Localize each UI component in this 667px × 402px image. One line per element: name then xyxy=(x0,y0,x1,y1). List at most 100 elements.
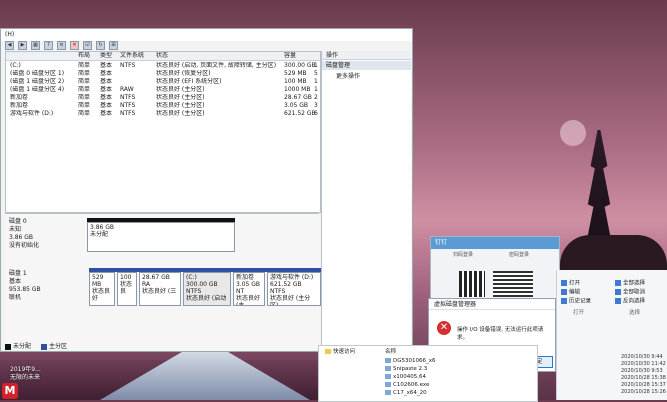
file-date: 2020/10/30 9:44 xyxy=(621,354,663,360)
disk0-info[interactable]: 磁盘 0 未知 3.86 GB 没有初始化 xyxy=(9,218,79,250)
invert-selection-button[interactable]: 反向选择 xyxy=(615,298,645,306)
cell-status: 状态良好 (EFI 系统分区) xyxy=(156,78,222,85)
file-name: C102606.exe xyxy=(393,382,430,388)
cell-capacity: 300.00 GB xyxy=(284,62,316,69)
disk1-partition-raw[interactable]: 28.67 GB RA 状态良好 (三 xyxy=(139,272,181,306)
col-status[interactable]: 状态 xyxy=(156,52,168,60)
list-icon[interactable]: ≡ xyxy=(57,41,66,50)
history-button[interactable]: 历史记录 xyxy=(561,298,591,306)
table-row[interactable]: 游戏与软件 (D:) 简单 基本 NTFS 状态良好 (主分区) 621.52 GB 6 xyxy=(6,110,320,118)
disk1-info[interactable]: 磁盘 1 基本 953.85 GB 联机 xyxy=(9,270,79,302)
cell-status: 状态良好 (主分区) xyxy=(156,86,205,93)
partition-status: 状态良好 xyxy=(92,288,111,302)
open-button[interactable]: 打开 xyxy=(561,280,580,288)
partition-status: 状态良好 (启动 xyxy=(186,295,227,302)
table-row[interactable]: (C:) 简单 基本 NTFS 状态良好 (启动, 页面文件, 故障转储, 主分区) 30… xyxy=(6,62,320,70)
ribbon-section-select: 选择 xyxy=(629,310,641,316)
cell-type: 基本 xyxy=(100,94,113,101)
help-icon[interactable]: ? xyxy=(44,41,53,50)
file-item[interactable]: DG5301066_x6 xyxy=(385,358,436,365)
grid-icon[interactable]: ▦ xyxy=(31,41,40,50)
cell-capacity: 529 MB xyxy=(284,70,307,77)
delete-icon[interactable]: ✕ xyxy=(70,41,79,50)
legend-swatch-blue xyxy=(41,343,48,350)
disk1-partition-recovery[interactable]: 529 MB 状态良好 xyxy=(89,272,115,306)
qr-code xyxy=(459,271,485,297)
table-row[interactable]: (磁盘 1 磁盘分区 2) 简单 基本 状态良好 (EFI 系统分区) 100 MB 1 xyxy=(6,78,320,86)
select-all-icon xyxy=(615,280,621,286)
properties-icon[interactable]: ☑ xyxy=(83,41,92,50)
file-name: Snipaste 2.3 xyxy=(393,366,428,372)
col-capacity[interactable]: 容量 xyxy=(284,52,296,60)
file-item[interactable]: C102606.exe xyxy=(385,382,429,389)
cell-fs: NTFS xyxy=(120,94,136,101)
disk1-partition-c[interactable]: (C:) 300.00 GB NTFS 状态良好 (启动 xyxy=(183,272,231,306)
taskbar-app-icon[interactable]: M xyxy=(2,383,18,399)
disk0-partition[interactable]: 3.86 GB 未分配 xyxy=(87,222,235,252)
cell-extra: 2 xyxy=(314,94,318,101)
disk1-state: 联机 xyxy=(9,294,22,301)
history-icon xyxy=(561,298,567,304)
window-menubar: (H) xyxy=(1,29,412,41)
col-type[interactable]: 类型 xyxy=(100,52,112,60)
cell-type: 基本 xyxy=(100,78,113,85)
actions-section-disk-management[interactable]: 磁盘管理 xyxy=(322,61,411,70)
forward-icon[interactable]: ▶ xyxy=(18,41,27,50)
cell-extra: 3 xyxy=(314,102,318,109)
table-row[interactable]: (磁盘 1 磁盘分区 4) 简单 基本 RAW 状态良好 (主分区) 1000 MB 1 xyxy=(6,86,320,94)
partition-title: 新加卷 xyxy=(236,274,255,281)
col-layout[interactable]: 布局 xyxy=(78,52,90,60)
column-name[interactable]: 名称 xyxy=(385,349,396,356)
file-date: 2020/10/28 15:38 xyxy=(621,375,666,381)
table-row[interactable]: 新加卷 简单 基本 NTFS 状态良好 (主分区) 28.67 GB 2 xyxy=(6,94,320,102)
cell-name: 新加卷 xyxy=(10,94,29,101)
cell-layout: 简单 xyxy=(78,86,91,93)
partition-size: 621.52 GB NTFS xyxy=(270,281,302,295)
file-date: 2020/10/30 11:42 xyxy=(621,361,666,367)
invert-selection-label: 反向选择 xyxy=(623,298,646,305)
help-menu[interactable]: (H) xyxy=(5,31,14,38)
actions-header: 操作 xyxy=(322,51,411,60)
more-actions-link[interactable]: 更多操作 xyxy=(336,72,360,81)
cell-name: 新加卷 xyxy=(10,102,29,109)
cell-fs: NTFS xyxy=(120,62,136,69)
tab-scan-login[interactable]: 扫码登录 xyxy=(453,251,473,258)
file-item[interactable]: x100405.64 xyxy=(385,374,426,381)
quick-access-label: 快速访问 xyxy=(333,349,356,355)
col-fs[interactable]: 文件系统 xyxy=(120,52,144,60)
file-icon xyxy=(385,382,391,387)
cell-fs: NTFS xyxy=(120,110,136,117)
cell-layout: 简单 xyxy=(78,94,91,101)
disk0-name: 磁盘 0 xyxy=(9,218,27,225)
partition-size: 3.05 GB NT xyxy=(236,281,261,295)
wallpaper-caption: 2019年9... 无限的未来 xyxy=(10,366,41,381)
table-row[interactable]: (磁盘 0 磁盘分区 1) 简单 基本 状态良好 (恢复分区) 529 MB 5 xyxy=(6,70,320,78)
volume-list-header: 布局 类型 文件系统 状态 容量 xyxy=(6,52,320,61)
tab-password-login[interactable]: 密码登录 xyxy=(509,251,529,258)
file-item[interactable]: Snipaste 2.3 xyxy=(385,366,427,373)
disk0-part-size: 3.86 GB xyxy=(90,224,115,231)
cell-type: 基本 xyxy=(100,110,113,117)
partition-title: 游戏与软件 (D:) xyxy=(270,274,314,281)
edit-icon xyxy=(561,289,567,295)
table-row[interactable]: 新加卷 简单 基本 NTFS 状态良好 (主分区) 3.05 GB 3 xyxy=(6,102,320,110)
partition-size: 28.67 GB RA xyxy=(142,274,170,288)
edit-button[interactable]: 编辑 xyxy=(561,289,580,297)
file-icon xyxy=(385,374,391,379)
quick-access[interactable]: 快速访问 xyxy=(325,349,355,356)
ribbon-section-open: 打开 xyxy=(573,310,585,316)
select-none-button[interactable]: 全部取消 xyxy=(615,289,645,297)
cell-extra: 5 xyxy=(314,70,318,77)
tree-icon[interactable]: ⊞ xyxy=(109,41,118,50)
refresh-icon[interactable]: ↻ xyxy=(96,41,105,50)
select-all-button[interactable]: 全部选择 xyxy=(615,280,645,288)
disk1-partition-d[interactable]: 游戏与软件 (D:) 621.52 GB NTFS 状态良好 (主分区) xyxy=(267,272,321,306)
cell-name: (磁盘 1 磁盘分区 2) xyxy=(10,78,65,85)
file-item[interactable]: C17_x64_20 xyxy=(385,390,427,397)
legend-label: 主分区 xyxy=(49,343,68,350)
cell-layout: 简单 xyxy=(78,70,91,77)
back-icon[interactable]: ◀ xyxy=(5,41,14,50)
disk1-partition-efi[interactable]: 100 状态良 xyxy=(117,272,137,306)
partition-size: 529 MB xyxy=(92,274,104,288)
disk1-partition-new-volume[interactable]: 新加卷 3.05 GB NT 状态良好 (主 xyxy=(233,272,265,306)
